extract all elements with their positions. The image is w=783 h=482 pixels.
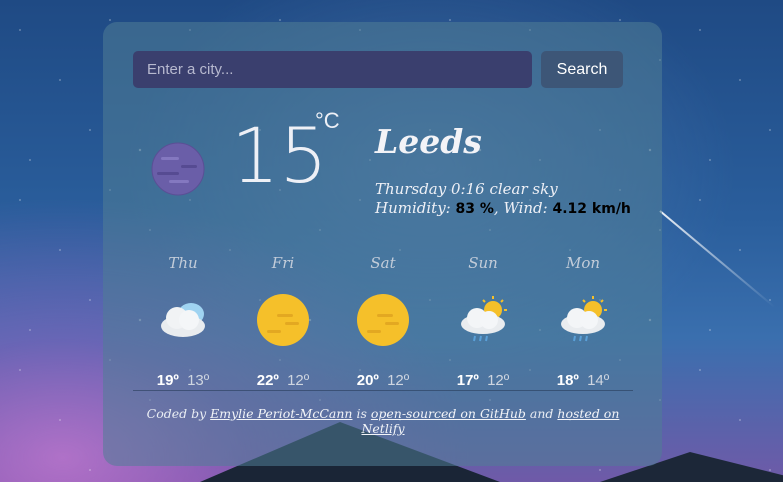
github-link[interactable]: open-sourced on GitHub [371,406,526,421]
forecast-day-name: Sun [468,254,498,272]
forecast-high: 19º [156,372,179,389]
forecast-day-name: Sat [370,254,396,272]
weather-card: Search 15 °C Leeds Thursday 0:16 clear s… [103,22,662,466]
forecast-high: 18º [556,372,579,389]
forecast-day-name: Mon [565,254,601,272]
wind-label: Wind: [503,199,548,217]
day-time: Thursday 0:16 [375,180,485,198]
temperature-unit[interactable]: °C [315,108,340,134]
footer-coded-by: Coded by [146,406,207,421]
wind-value: 4.12 km/h [552,201,631,217]
weather-description: clear sky [489,180,558,198]
weather-details: Thursday 0:16 clear sky Humidity: 83 %, … [375,180,631,217]
forecast-high: 17º [456,372,479,389]
forecast-day: Sun 17º 12º [433,254,533,389]
forecast-day: Sat 20º 12º [333,254,433,389]
city-name: Leeds [375,122,482,161]
current-temperature: 15 [231,111,328,200]
forecast-day-name: Thu [168,254,198,272]
author-link[interactable]: Emylie Periot-McCann [210,406,352,421]
footer-is: is [356,406,367,421]
forecast-low: 12º [487,372,510,389]
forecast-low: 12º [387,372,410,389]
cloud-icon [161,303,205,337]
forecast-high: 20º [356,372,379,389]
humidity-value: 83 % [455,201,494,217]
forecast-low: 14º [587,372,610,389]
humidity-label: Humidity: [375,199,451,217]
city-search-input[interactable] [133,51,532,88]
forecast-day: Thu 19º 13º [133,254,233,389]
forecast-high: 22º [256,372,279,389]
footer-and: and [529,406,554,421]
forecast-low: 13º [187,372,210,389]
forecast-day: Mon 18º 14º [533,254,633,389]
forecast-day: Fri 22º 12º [233,254,333,389]
footer-credits: Coded by Emylie Periot-McCann is open-so… [133,406,633,436]
moon-icon [151,142,205,196]
sun-icon [257,294,309,346]
sun-cloud-rain-icon [561,296,607,342]
forecast-row: Thu 19º 13º Fri 22º 12º Sat 20º 12º Sun … [133,254,633,391]
sun-cloud-rain-icon [461,296,507,342]
forecast-day-name: Fri [271,254,295,272]
forecast-low: 12º [287,372,310,389]
sun-icon [357,294,409,346]
search-button[interactable]: Search [541,51,623,88]
